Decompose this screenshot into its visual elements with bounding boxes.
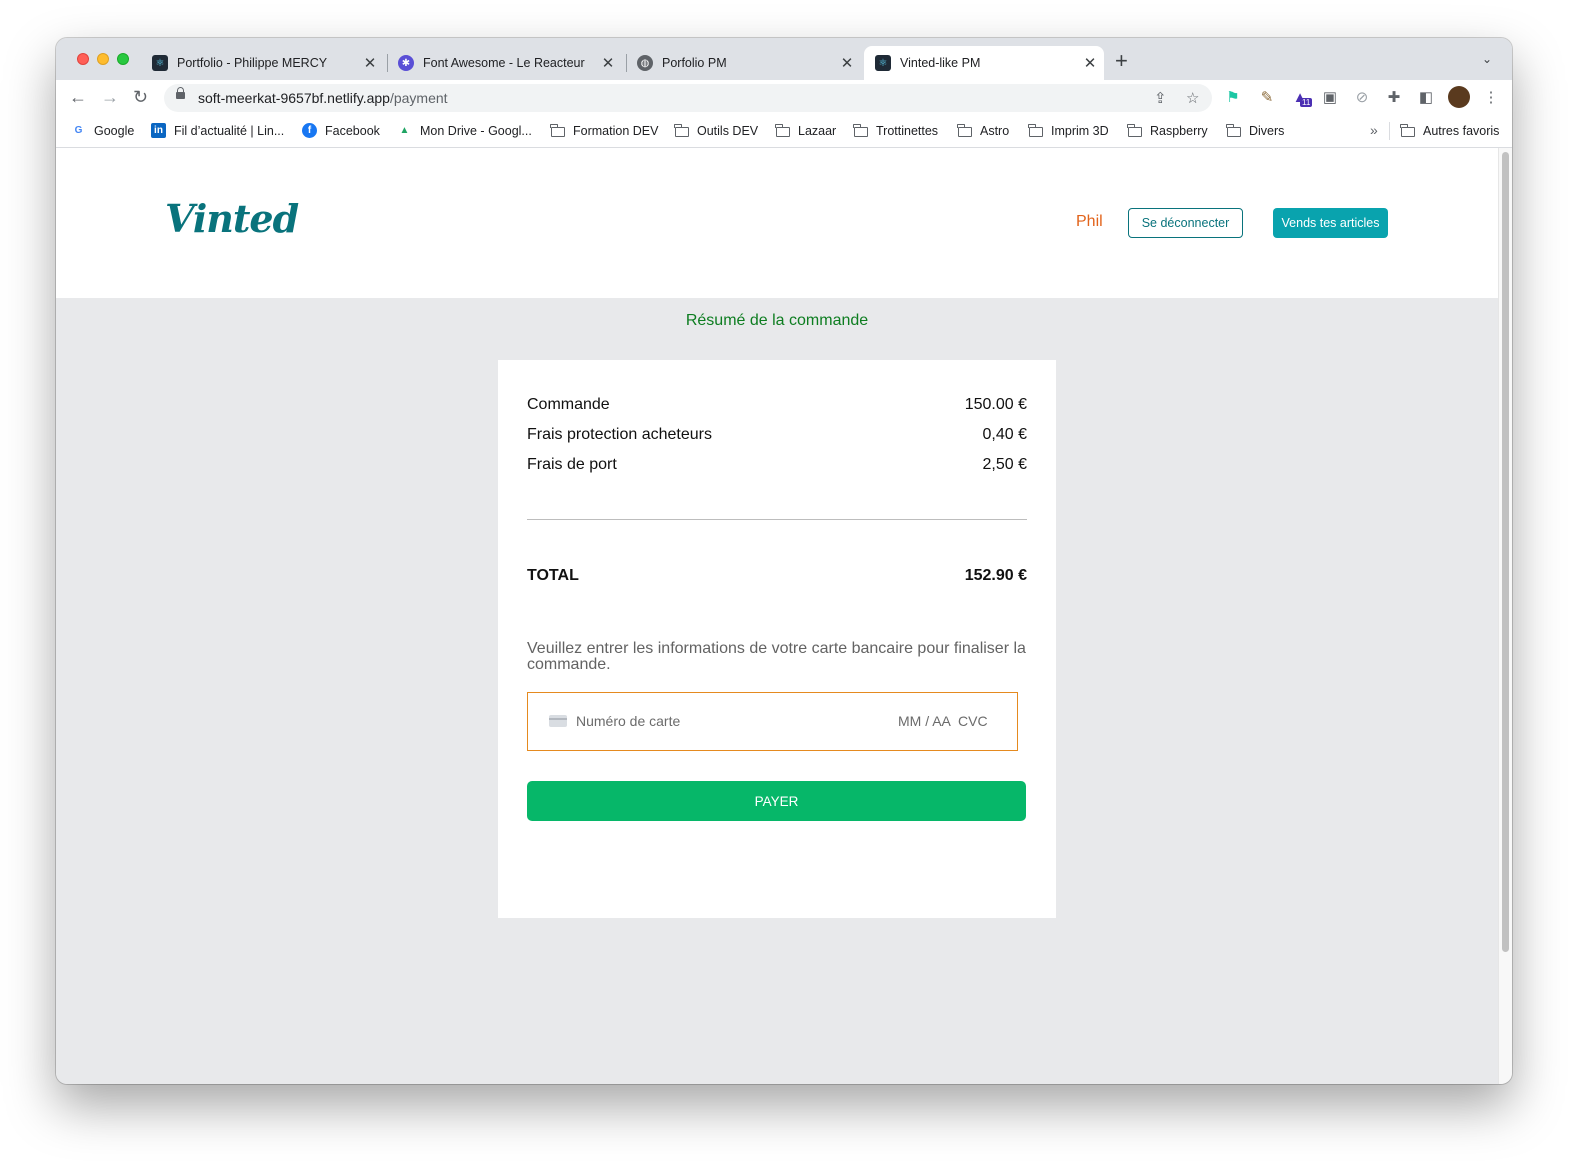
order-line-commande: Commande 150.00 € bbox=[527, 396, 1027, 414]
folder-icon bbox=[550, 123, 565, 138]
tab-separator bbox=[626, 54, 627, 72]
line-label: Frais protection acheteurs bbox=[527, 426, 712, 443]
new-tab-button[interactable]: + bbox=[1115, 49, 1128, 73]
order-summary-card: Commande 150.00 € Frais protection achet… bbox=[498, 360, 1056, 918]
react-icon: ⚛ bbox=[875, 55, 891, 71]
close-window-button[interactable] bbox=[77, 53, 89, 65]
lock-icon[interactable] bbox=[176, 87, 185, 99]
bookmarks-bar: G Google in Fil d’actualité | Lin... f Face… bbox=[56, 116, 1512, 148]
folder-icon bbox=[853, 123, 868, 138]
site-header: Vinted Phil Se déconnecter Vends tes art… bbox=[56, 148, 1498, 298]
username: Phil bbox=[1076, 213, 1103, 230]
forward-arrow-icon[interactable]: → bbox=[101, 87, 119, 107]
font-awesome-icon: ✱ bbox=[398, 55, 414, 71]
bookmark-divers[interactable]: Divers bbox=[1226, 123, 1284, 138]
folder-icon bbox=[1226, 123, 1241, 138]
google-drive-icon: ▲ bbox=[399, 125, 410, 136]
bookmark-astro[interactable]: Astro bbox=[957, 123, 1009, 138]
order-line-protection: Frais protection acheteurs 0,40 € bbox=[527, 426, 1027, 444]
extension-green-icon[interactable]: ⚑ bbox=[1224, 89, 1242, 107]
close-tab-icon[interactable]: ✕ bbox=[362, 54, 378, 72]
browser-toolbar: ← → ↻ soft-meerkat-9657bf.netlify.app/pa… bbox=[56, 80, 1512, 116]
tab-portfolio-philippe[interactable]: ⚛ Portfolio - Philippe MERCY ✕ bbox=[152, 46, 384, 80]
side-panel-icon[interactable]: ◧ bbox=[1417, 89, 1435, 107]
close-tab-icon[interactable]: ✕ bbox=[1082, 54, 1098, 72]
page-scrollbar[interactable] bbox=[1498, 148, 1512, 1084]
summary-divider bbox=[527, 519, 1027, 520]
bookmark-autres-favoris[interactable]: Autres favoris bbox=[1400, 123, 1499, 138]
extension-eyedropper-icon[interactable]: ✎ bbox=[1258, 89, 1276, 107]
extension-graduation-icon[interactable]: ▲11 bbox=[1291, 89, 1313, 107]
bookmark-raspberry[interactable]: Raspberry bbox=[1127, 123, 1208, 138]
vinted-logo[interactable]: Vinted bbox=[165, 196, 299, 241]
page-content: Vinted Phil Se déconnecter Vends tes art… bbox=[56, 148, 1498, 1084]
line-label: Frais de port bbox=[527, 456, 617, 473]
line-amount: 150.00 € bbox=[964, 396, 1027, 413]
share-icon[interactable]: ⇪ bbox=[1154, 89, 1167, 107]
summary-title: Résumé de la commande bbox=[685, 312, 869, 329]
folder-icon bbox=[957, 123, 972, 138]
avatar[interactable] bbox=[1448, 86, 1470, 108]
tab-search-chevron-icon[interactable]: ⌄ bbox=[1482, 52, 1492, 66]
bookmark-facebook[interactable]: f Facebook bbox=[302, 123, 380, 138]
card-input-field[interactable]: Numéro de carte MM / AA CVC bbox=[527, 692, 1018, 751]
line-label: Commande bbox=[527, 396, 610, 413]
tab-separator bbox=[387, 54, 388, 72]
logout-button[interactable]: Se déconnecter bbox=[1128, 208, 1243, 238]
minimize-window-button[interactable] bbox=[97, 53, 109, 65]
close-tab-icon[interactable]: ✕ bbox=[600, 54, 616, 72]
browser-window: ⚛ Portfolio - Philippe MERCY ✕ ✱ Font Aw… bbox=[56, 38, 1512, 1084]
folder-icon bbox=[775, 123, 790, 138]
react-icon: ⚛ bbox=[152, 55, 168, 71]
total-label: TOTAL bbox=[527, 567, 579, 584]
folder-icon bbox=[1127, 123, 1142, 138]
sell-articles-button[interactable]: Vends tes articles bbox=[1273, 208, 1388, 238]
close-tab-icon[interactable]: ✕ bbox=[839, 54, 855, 72]
bookmarks-separator bbox=[1389, 122, 1390, 140]
payment-instructions: Veuillez entrer les informations de votr… bbox=[527, 640, 1026, 673]
tab-font-awesome[interactable]: ✱ Font Awesome - Le Reacteur ✕ bbox=[398, 46, 622, 80]
bookmark-trottinettes[interactable]: Trottinettes bbox=[853, 123, 938, 138]
image-icon[interactable]: ▣ bbox=[1321, 89, 1339, 107]
tab-strip: ⚛ Portfolio - Philippe MERCY ✕ ✱ Font Aw… bbox=[56, 38, 1512, 80]
credit-card-icon bbox=[549, 715, 567, 727]
facebook-icon: f bbox=[302, 123, 317, 138]
line-amount: 2,50 € bbox=[982, 456, 1027, 473]
card-cvc-input[interactable]: CVC bbox=[958, 713, 988, 729]
order-line-shipping: Frais de port 2,50 € bbox=[527, 456, 1027, 474]
tab-vinted-like-pm[interactable]: ⚛ Vinted-like PM ✕ bbox=[864, 46, 1104, 80]
google-icon: G bbox=[74, 125, 83, 136]
globe-icon: ◍ bbox=[637, 55, 653, 71]
puzzle-icon[interactable]: ✚ bbox=[1385, 89, 1403, 107]
reload-icon[interactable]: ↻ bbox=[133, 87, 148, 107]
line-amount: 0,40 € bbox=[982, 426, 1027, 443]
linkedin-icon: in bbox=[151, 123, 166, 138]
compass-icon[interactable]: ⊘ bbox=[1353, 89, 1371, 107]
folder-icon bbox=[674, 123, 689, 138]
order-total: TOTAL 152.90 € bbox=[527, 567, 1027, 585]
maximize-window-button[interactable] bbox=[117, 53, 129, 65]
total-amount: 152.90 € bbox=[964, 567, 1027, 584]
pay-button[interactable]: PAYER bbox=[527, 781, 1026, 821]
scrollbar-thumb[interactable] bbox=[1502, 152, 1509, 952]
card-expiry-input[interactable]: MM / AA bbox=[898, 713, 951, 729]
bookmark-lazaar[interactable]: Lazaar bbox=[775, 123, 836, 138]
bookmark-google-drive[interactable]: ▲ Mon Drive - Googl... bbox=[397, 123, 532, 138]
extension-badge: 11 bbox=[1300, 98, 1313, 107]
address-bar[interactable]: soft-meerkat-9657bf.netlify.app/payment … bbox=[164, 84, 1212, 112]
bookmark-imprim-3d[interactable]: Imprim 3D bbox=[1028, 123, 1109, 138]
back-arrow-icon[interactable]: ← bbox=[69, 87, 87, 107]
bookmark-linkedin[interactable]: in Fil d’actualité | Lin... bbox=[151, 123, 284, 138]
folder-icon bbox=[1028, 123, 1043, 138]
card-number-input[interactable]: Numéro de carte bbox=[576, 713, 680, 729]
bookmark-outils-dev[interactable]: Outils DEV bbox=[674, 123, 758, 138]
folder-icon bbox=[1400, 123, 1415, 138]
bookmarks-overflow-icon[interactable]: » bbox=[1370, 122, 1378, 138]
bookmark-star-icon[interactable]: ☆ bbox=[1186, 89, 1199, 107]
bookmark-formation-dev[interactable]: Formation DEV bbox=[550, 123, 658, 138]
bookmark-google[interactable]: G Google bbox=[71, 123, 135, 138]
tab-porfolio-pm[interactable]: ◍ Porfolio PM ✕ bbox=[637, 46, 861, 80]
kebab-menu-icon[interactable]: ⋮ bbox=[1482, 89, 1500, 107]
url-text[interactable]: soft-meerkat-9657bf.netlify.app/payment bbox=[198, 90, 448, 106]
